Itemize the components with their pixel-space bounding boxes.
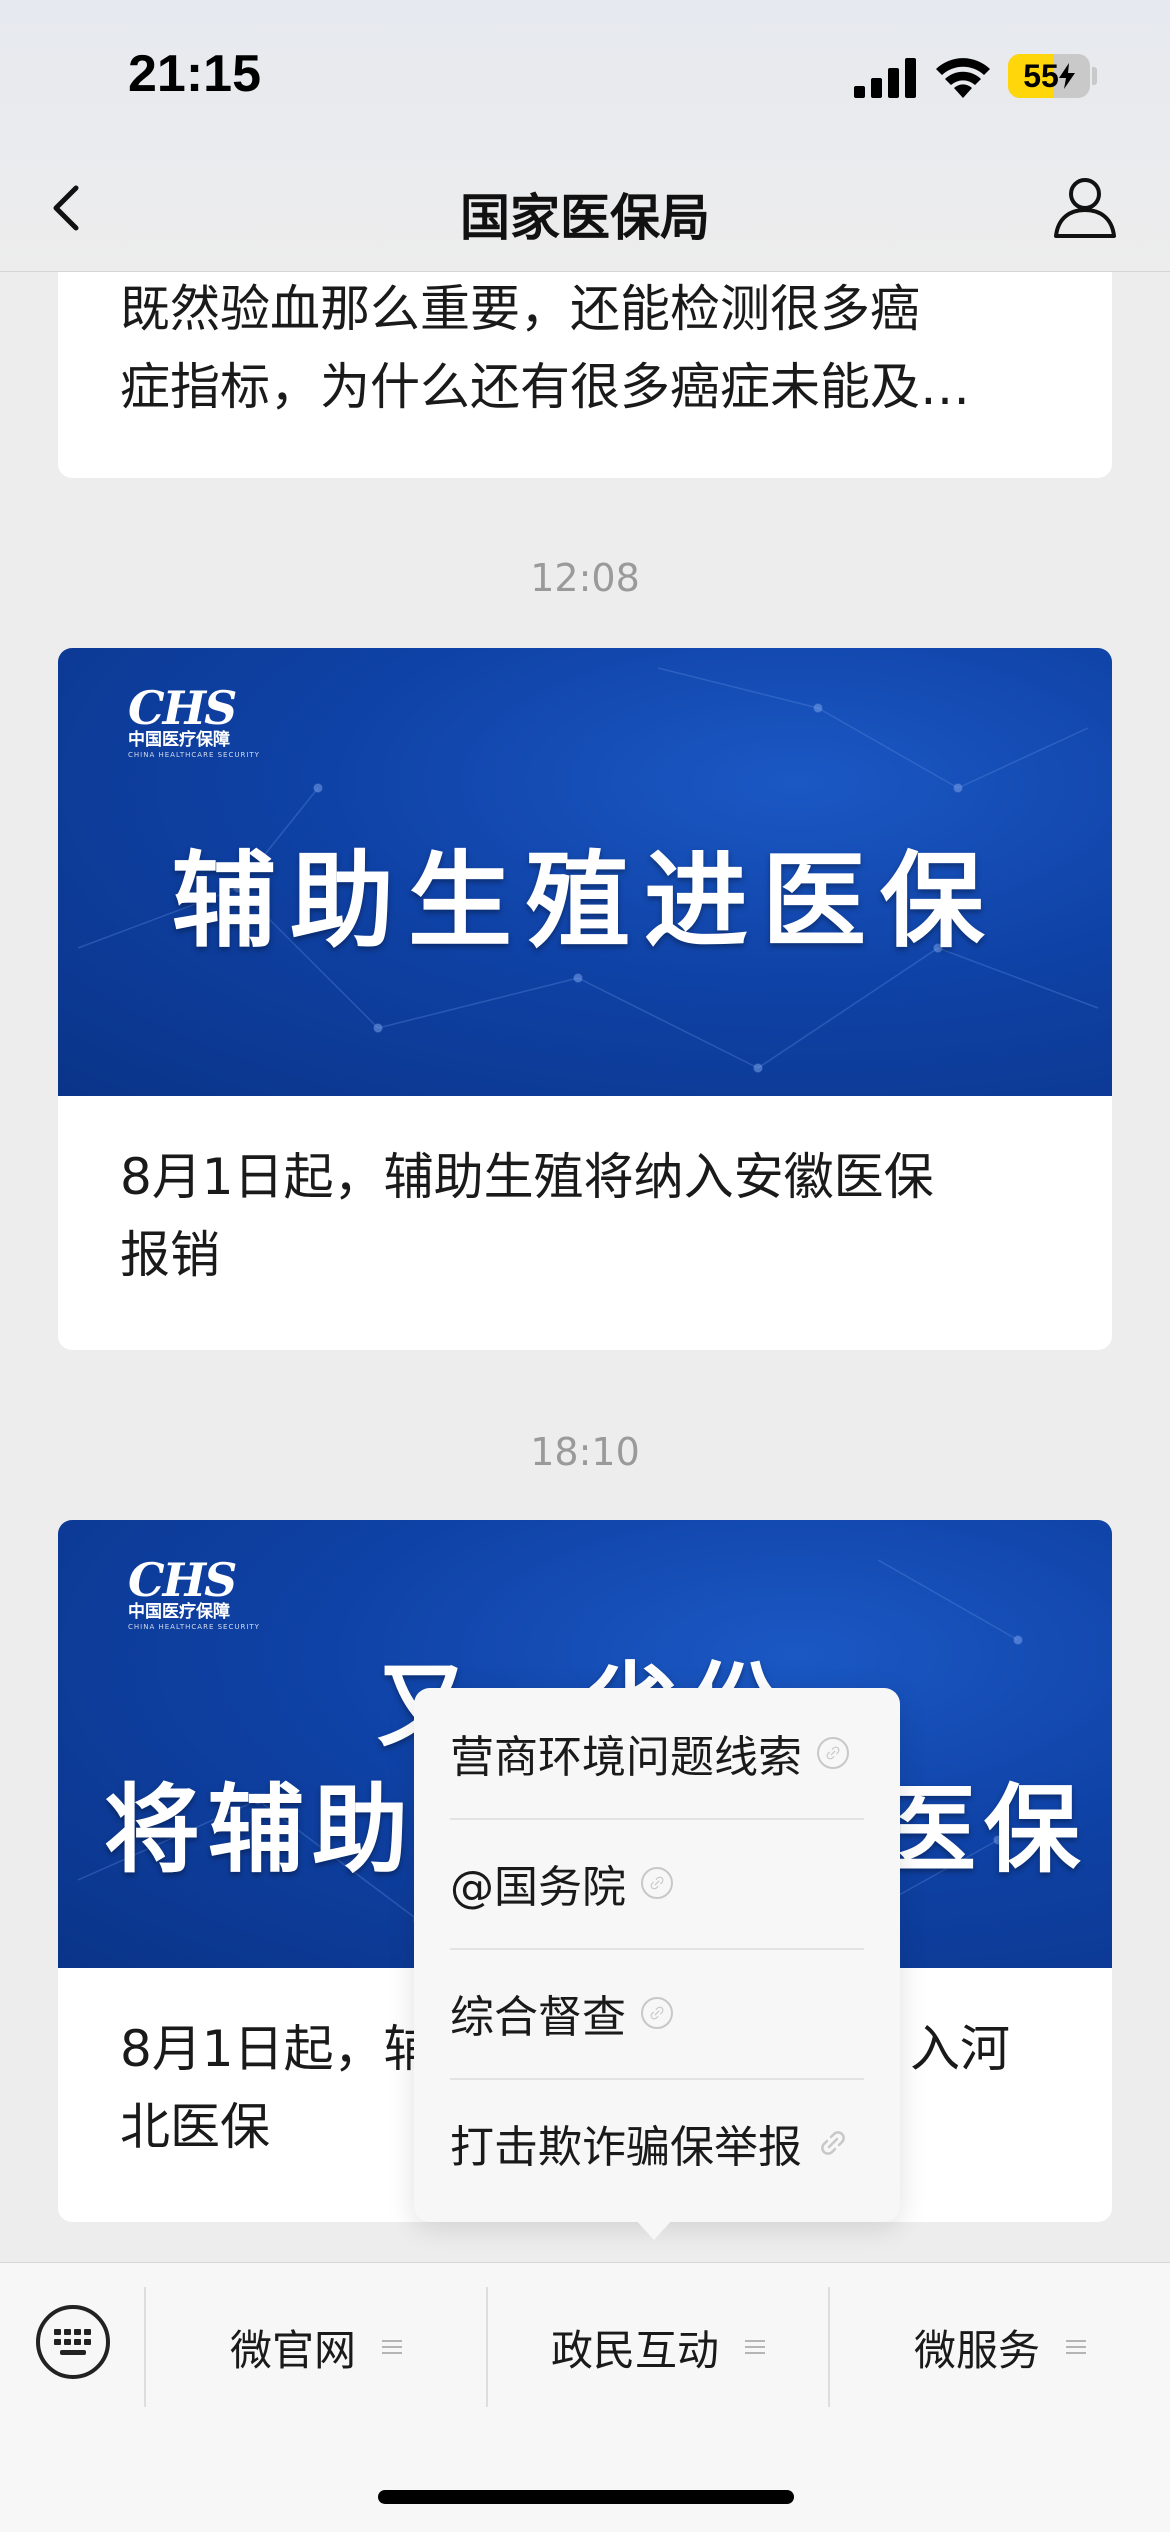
banner-headline-line2-left: 将辅助 [104, 1773, 416, 1886]
chs-logo: CHS 中国医疗保障 CHINA HEALTHCARE SECURITY [128, 1553, 260, 1631]
link-icon [641, 1997, 673, 2029]
article-title-fragment: 8月1日起， [120, 2020, 384, 2078]
menu-item-state-council[interactable]: @国务院 [450, 1818, 864, 1948]
status-time: 21:15 [128, 45, 261, 103]
article-card[interactable]: CHS 中国医疗保障 CHINA HEALTHCARE SECURITY 辅助生… [58, 648, 1112, 1350]
article-title-line: 既然验血那么重要，还能检测很多癌 [120, 280, 920, 338]
charging-bolt-icon [1058, 63, 1075, 89]
menu-lines-icon [1066, 2340, 1086, 2354]
tab-government-interaction[interactable]: 政民互动 [488, 2287, 828, 2407]
banner-headline: 辅助生殖进医保 [171, 839, 998, 962]
menu-lines-icon [382, 2340, 402, 2354]
cellular-signal-icon [854, 58, 916, 98]
article-title-line: 报销 [120, 1226, 220, 1284]
home-indicator [378, 2490, 794, 2504]
article-banner-image[interactable]: CHS 中国医疗保障 CHINA HEALTHCARE SECURITY 辅助生… [58, 648, 1112, 1096]
keyboard-toggle-icon[interactable] [34, 2303, 112, 2381]
message-timestamp: 12:08 [530, 556, 640, 600]
menu-item-comprehensive-inspection[interactable]: 综合督查 [450, 1948, 864, 2078]
menu-lines-icon [745, 2340, 765, 2354]
top-bar: 21:15 55 国家医保局 [0, 0, 1170, 272]
tab-micro-website[interactable]: 微官网 [146, 2287, 486, 2407]
battery-indicator: 55 [1008, 54, 1090, 98]
submenu-popup: 营商环境问题线索 @国务院 综合督查 打击欺诈骗保举报 [414, 1688, 900, 2222]
menu-item-fraud-report[interactable]: 打击欺诈骗保举报 [450, 2078, 864, 2208]
link-icon [817, 1737, 849, 1769]
battery-cap [1092, 67, 1097, 85]
menu-item-business-environment[interactable]: 营商环境问题线索 [450, 1688, 864, 1818]
message-timestamp: 18:10 [530, 1430, 640, 1474]
article-title-line: 8月1日起，辅助生殖将纳入安徽医保 [120, 1148, 934, 1206]
article-title-line: 症指标，为什么还有很多癌症未能及… [120, 358, 970, 416]
page-title: 国家医保局 [460, 189, 710, 247]
article-title-fragment: 入河 [910, 2020, 1010, 2078]
link-icon [641, 1867, 673, 1899]
tab-micro-service[interactable]: 微服务 [830, 2287, 1170, 2407]
profile-icon[interactable] [1052, 174, 1118, 240]
chs-logo: CHS 中国医疗保障 CHINA HEALTHCARE SECURITY [128, 681, 260, 759]
banner-headline-line2-right: 医保 [880, 1773, 1088, 1886]
wifi-icon [936, 58, 990, 98]
battery-percent: 55 [1023, 57, 1059, 94]
link-icon [821, 2131, 845, 2155]
popup-pointer [634, 2218, 674, 2240]
